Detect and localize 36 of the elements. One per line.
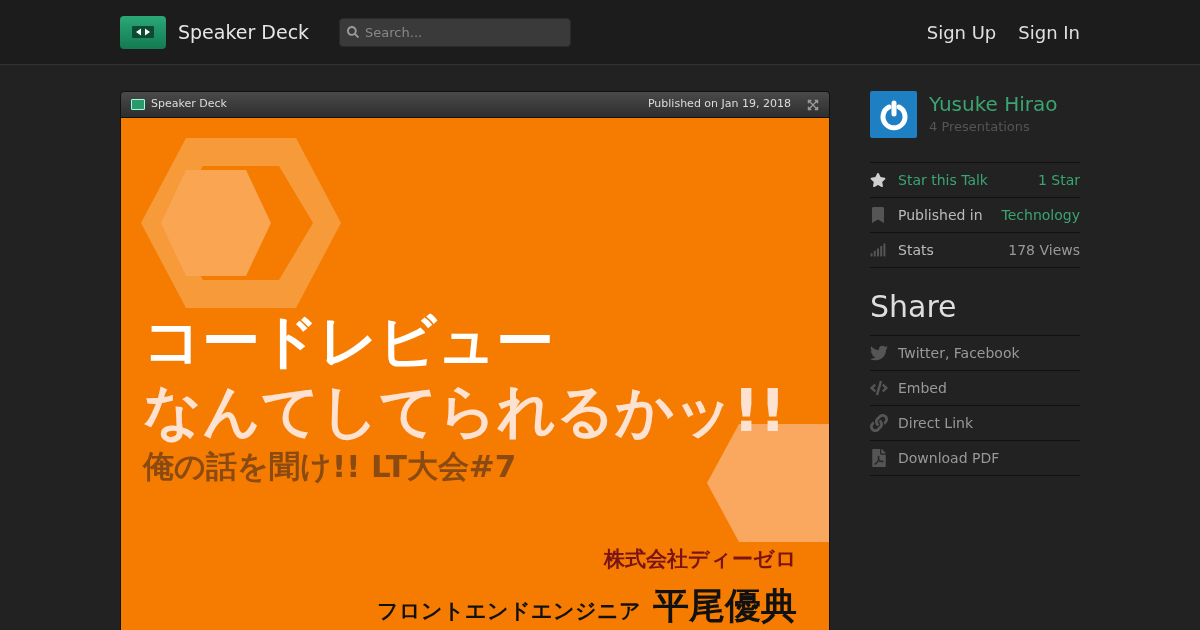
- detail-label: Published in: [898, 205, 983, 225]
- logo-icon[interactable]: [120, 15, 166, 49]
- logo-icon: [131, 99, 145, 110]
- share-link[interactable]: Embed: [870, 370, 1080, 405]
- speaker-name: 平尾優典: [653, 583, 797, 628]
- bar-chart-icon: [870, 242, 886, 258]
- publish-date: Published on Jan 19, 2018: [647, 96, 791, 113]
- nav-link[interactable]: Sign In: [1018, 18, 1080, 46]
- detail-value: 1 Star: [1037, 170, 1080, 190]
- share-link[interactable]: Download PDF: [870, 440, 1080, 475]
- slide-title: なんてしてられるかッ!!: [143, 376, 787, 446]
- download-file-icon: [870, 449, 888, 467]
- detail-value[interactable]: Technology: [1001, 204, 1080, 226]
- job-title: フロントエンドエンジニア: [377, 598, 641, 625]
- fullscreen-icon[interactable]: [807, 98, 819, 111]
- share-link[interactable]: Direct Link: [870, 405, 1080, 440]
- brand-name[interactable]: Speaker Deck: [178, 17, 310, 47]
- slide-title: コードレビュー: [143, 306, 555, 376]
- share-heading: Share: [870, 288, 958, 326]
- slide-subtitle: 俺の話を聞け!! LT大会#7: [143, 447, 518, 486]
- search-field[interactable]: Search...: [339, 17, 572, 47]
- bird-icon: [870, 344, 888, 362]
- detail-value: 178 Views: [1008, 240, 1080, 260]
- company-name: 株式会社ディーゼロ: [604, 546, 797, 573]
- avatar-icon[interactable]: [870, 91, 917, 138]
- detail-label[interactable]: Star this Talk: [898, 169, 988, 191]
- bookmark-icon: [870, 207, 886, 223]
- search-icon: [347, 25, 360, 38]
- share-link[interactable]: Twitter, Facebook: [870, 335, 1080, 370]
- detail-label: Stats: [898, 240, 934, 260]
- viewer-brand: Speaker Deck: [151, 96, 227, 113]
- author-name[interactable]: Yusuke Hirao: [929, 91, 1058, 117]
- star-icon: [870, 172, 886, 188]
- code-icon: [870, 379, 888, 397]
- link-icon: [870, 414, 888, 432]
- nav-link[interactable]: Sign Up: [926, 18, 997, 46]
